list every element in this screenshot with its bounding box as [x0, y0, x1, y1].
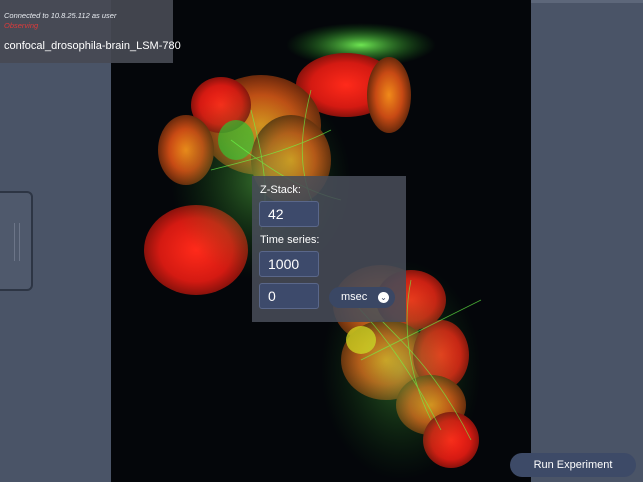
timeseries-label: Time series:: [260, 234, 320, 246]
connection-info-panel: Connected to 10.8.25.112 as user Observi…: [0, 0, 181, 63]
zstack-label: Z-Stack:: [260, 184, 301, 196]
acquisition-settings-panel: Z-Stack: 42 Time series: 1000 0 msec ⌄: [252, 176, 406, 322]
drag-handle-icon: [14, 223, 15, 261]
connection-status-text: Connected to 10.8.25.112 as user: [4, 11, 117, 20]
connection-state-text: Observing: [4, 21, 39, 30]
interval-unit-select[interactable]: msec ⌄: [329, 287, 395, 308]
chevron-down-icon: ⌄: [378, 292, 389, 303]
zstack-input[interactable]: 42: [259, 201, 319, 227]
device-name: confocal_drosophila-brain_LSM-780: [4, 40, 181, 52]
timeseries-count-input[interactable]: 1000: [259, 251, 319, 277]
right-sidebar: [531, 0, 643, 482]
interval-unit-label: msec: [341, 291, 368, 303]
run-experiment-button[interactable]: Run Experiment: [510, 453, 636, 477]
side-drawer-handle[interactable]: [0, 191, 33, 291]
drag-handle-icon: [19, 223, 20, 261]
interval-input[interactable]: 0: [259, 283, 319, 309]
